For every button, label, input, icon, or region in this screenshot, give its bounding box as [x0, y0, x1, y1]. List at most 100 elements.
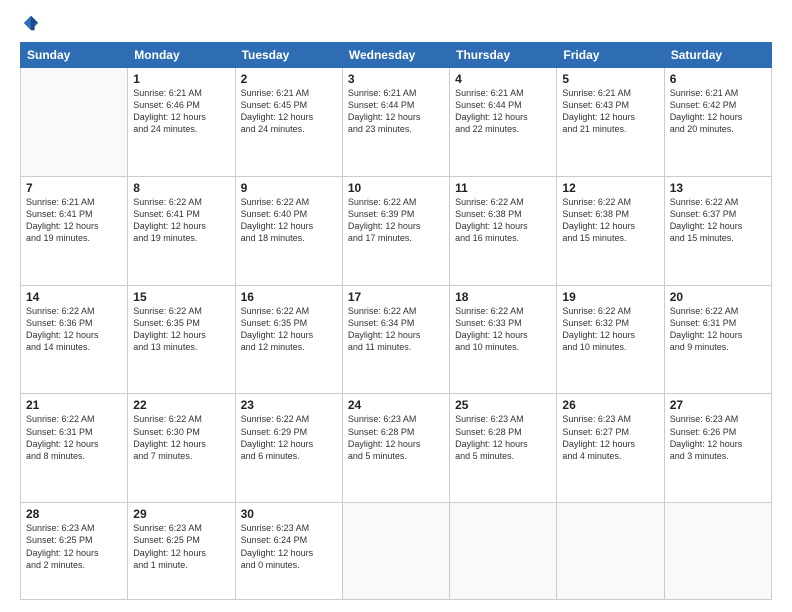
day-info: Sunrise: 6:21 AM Sunset: 6:42 PM Dayligh… [670, 87, 766, 136]
calendar-week-row: 14Sunrise: 6:22 AM Sunset: 6:36 PM Dayli… [21, 285, 772, 394]
calendar-week-row: 1Sunrise: 6:21 AM Sunset: 6:46 PM Daylig… [21, 68, 772, 177]
day-number: 28 [26, 507, 122, 521]
calendar-cell: 6Sunrise: 6:21 AM Sunset: 6:42 PM Daylig… [664, 68, 771, 177]
day-info: Sunrise: 6:22 AM Sunset: 6:35 PM Dayligh… [241, 305, 337, 354]
calendar-header-monday: Monday [128, 43, 235, 68]
calendar-cell: 8Sunrise: 6:22 AM Sunset: 6:41 PM Daylig… [128, 176, 235, 285]
day-info: Sunrise: 6:23 AM Sunset: 6:27 PM Dayligh… [562, 413, 658, 462]
day-number: 18 [455, 290, 551, 304]
day-number: 11 [455, 181, 551, 195]
calendar-cell: 28Sunrise: 6:23 AM Sunset: 6:25 PM Dayli… [21, 503, 128, 600]
calendar-cell: 4Sunrise: 6:21 AM Sunset: 6:44 PM Daylig… [450, 68, 557, 177]
day-number: 30 [241, 507, 337, 521]
calendar-header-row: SundayMondayTuesdayWednesdayThursdayFrid… [21, 43, 772, 68]
day-number: 20 [670, 290, 766, 304]
day-info: Sunrise: 6:22 AM Sunset: 6:35 PM Dayligh… [133, 305, 229, 354]
calendar-cell [342, 503, 449, 600]
page: SundayMondayTuesdayWednesdayThursdayFrid… [0, 0, 792, 612]
calendar-cell: 18Sunrise: 6:22 AM Sunset: 6:33 PM Dayli… [450, 285, 557, 394]
day-number: 7 [26, 181, 122, 195]
day-info: Sunrise: 6:22 AM Sunset: 6:39 PM Dayligh… [348, 196, 444, 245]
calendar-cell: 1Sunrise: 6:21 AM Sunset: 6:46 PM Daylig… [128, 68, 235, 177]
calendar-cell: 24Sunrise: 6:23 AM Sunset: 6:28 PM Dayli… [342, 394, 449, 503]
day-info: Sunrise: 6:22 AM Sunset: 6:41 PM Dayligh… [133, 196, 229, 245]
calendar-cell: 15Sunrise: 6:22 AM Sunset: 6:35 PM Dayli… [128, 285, 235, 394]
day-info: Sunrise: 6:22 AM Sunset: 6:30 PM Dayligh… [133, 413, 229, 462]
day-info: Sunrise: 6:21 AM Sunset: 6:41 PM Dayligh… [26, 196, 122, 245]
calendar-cell: 21Sunrise: 6:22 AM Sunset: 6:31 PM Dayli… [21, 394, 128, 503]
day-number: 15 [133, 290, 229, 304]
day-number: 19 [562, 290, 658, 304]
day-info: Sunrise: 6:22 AM Sunset: 6:31 PM Dayligh… [26, 413, 122, 462]
calendar-cell [557, 503, 664, 600]
calendar-week-row: 21Sunrise: 6:22 AM Sunset: 6:31 PM Dayli… [21, 394, 772, 503]
day-info: Sunrise: 6:21 AM Sunset: 6:45 PM Dayligh… [241, 87, 337, 136]
calendar-header-wednesday: Wednesday [342, 43, 449, 68]
calendar-cell [664, 503, 771, 600]
day-info: Sunrise: 6:23 AM Sunset: 6:28 PM Dayligh… [348, 413, 444, 462]
calendar-header-sunday: Sunday [21, 43, 128, 68]
day-info: Sunrise: 6:22 AM Sunset: 6:31 PM Dayligh… [670, 305, 766, 354]
day-info: Sunrise: 6:21 AM Sunset: 6:43 PM Dayligh… [562, 87, 658, 136]
day-info: Sunrise: 6:22 AM Sunset: 6:38 PM Dayligh… [455, 196, 551, 245]
day-info: Sunrise: 6:23 AM Sunset: 6:24 PM Dayligh… [241, 522, 337, 571]
day-info: Sunrise: 6:21 AM Sunset: 6:46 PM Dayligh… [133, 87, 229, 136]
day-info: Sunrise: 6:22 AM Sunset: 6:40 PM Dayligh… [241, 196, 337, 245]
calendar-cell: 17Sunrise: 6:22 AM Sunset: 6:34 PM Dayli… [342, 285, 449, 394]
calendar-cell: 7Sunrise: 6:21 AM Sunset: 6:41 PM Daylig… [21, 176, 128, 285]
calendar-cell: 30Sunrise: 6:23 AM Sunset: 6:24 PM Dayli… [235, 503, 342, 600]
calendar-cell: 27Sunrise: 6:23 AM Sunset: 6:26 PM Dayli… [664, 394, 771, 503]
day-number: 8 [133, 181, 229, 195]
day-number: 9 [241, 181, 337, 195]
calendar-cell: 12Sunrise: 6:22 AM Sunset: 6:38 PM Dayli… [557, 176, 664, 285]
day-number: 24 [348, 398, 444, 412]
day-info: Sunrise: 6:23 AM Sunset: 6:25 PM Dayligh… [133, 522, 229, 571]
day-number: 1 [133, 72, 229, 86]
day-number: 16 [241, 290, 337, 304]
calendar-header-saturday: Saturday [664, 43, 771, 68]
day-number: 25 [455, 398, 551, 412]
day-number: 27 [670, 398, 766, 412]
calendar-cell: 20Sunrise: 6:22 AM Sunset: 6:31 PM Dayli… [664, 285, 771, 394]
day-info: Sunrise: 6:23 AM Sunset: 6:25 PM Dayligh… [26, 522, 122, 571]
day-number: 29 [133, 507, 229, 521]
calendar-cell: 9Sunrise: 6:22 AM Sunset: 6:40 PM Daylig… [235, 176, 342, 285]
day-number: 13 [670, 181, 766, 195]
day-number: 10 [348, 181, 444, 195]
day-number: 3 [348, 72, 444, 86]
day-number: 4 [455, 72, 551, 86]
day-info: Sunrise: 6:22 AM Sunset: 6:29 PM Dayligh… [241, 413, 337, 462]
day-info: Sunrise: 6:21 AM Sunset: 6:44 PM Dayligh… [348, 87, 444, 136]
day-number: 23 [241, 398, 337, 412]
day-info: Sunrise: 6:23 AM Sunset: 6:26 PM Dayligh… [670, 413, 766, 462]
day-number: 6 [670, 72, 766, 86]
day-info: Sunrise: 6:22 AM Sunset: 6:32 PM Dayligh… [562, 305, 658, 354]
calendar-cell: 16Sunrise: 6:22 AM Sunset: 6:35 PM Dayli… [235, 285, 342, 394]
calendar-week-row: 7Sunrise: 6:21 AM Sunset: 6:41 PM Daylig… [21, 176, 772, 285]
calendar-header-tuesday: Tuesday [235, 43, 342, 68]
day-info: Sunrise: 6:22 AM Sunset: 6:33 PM Dayligh… [455, 305, 551, 354]
calendar-cell: 25Sunrise: 6:23 AM Sunset: 6:28 PM Dayli… [450, 394, 557, 503]
calendar-cell [21, 68, 128, 177]
day-info: Sunrise: 6:21 AM Sunset: 6:44 PM Dayligh… [455, 87, 551, 136]
calendar-cell: 2Sunrise: 6:21 AM Sunset: 6:45 PM Daylig… [235, 68, 342, 177]
day-info: Sunrise: 6:22 AM Sunset: 6:37 PM Dayligh… [670, 196, 766, 245]
day-info: Sunrise: 6:22 AM Sunset: 6:36 PM Dayligh… [26, 305, 122, 354]
day-number: 12 [562, 181, 658, 195]
calendar-cell: 10Sunrise: 6:22 AM Sunset: 6:39 PM Dayli… [342, 176, 449, 285]
day-number: 5 [562, 72, 658, 86]
calendar-cell: 19Sunrise: 6:22 AM Sunset: 6:32 PM Dayli… [557, 285, 664, 394]
day-number: 17 [348, 290, 444, 304]
day-number: 2 [241, 72, 337, 86]
header [20, 16, 772, 32]
day-number: 26 [562, 398, 658, 412]
day-info: Sunrise: 6:22 AM Sunset: 6:34 PM Dayligh… [348, 305, 444, 354]
calendar-cell: 22Sunrise: 6:22 AM Sunset: 6:30 PM Dayli… [128, 394, 235, 503]
calendar-cell: 26Sunrise: 6:23 AM Sunset: 6:27 PM Dayli… [557, 394, 664, 503]
calendar-cell: 23Sunrise: 6:22 AM Sunset: 6:29 PM Dayli… [235, 394, 342, 503]
day-number: 22 [133, 398, 229, 412]
calendar-cell [450, 503, 557, 600]
calendar-table: SundayMondayTuesdayWednesdayThursdayFrid… [20, 42, 772, 600]
calendar-cell: 29Sunrise: 6:23 AM Sunset: 6:25 PM Dayli… [128, 503, 235, 600]
calendar-cell: 11Sunrise: 6:22 AM Sunset: 6:38 PM Dayli… [450, 176, 557, 285]
